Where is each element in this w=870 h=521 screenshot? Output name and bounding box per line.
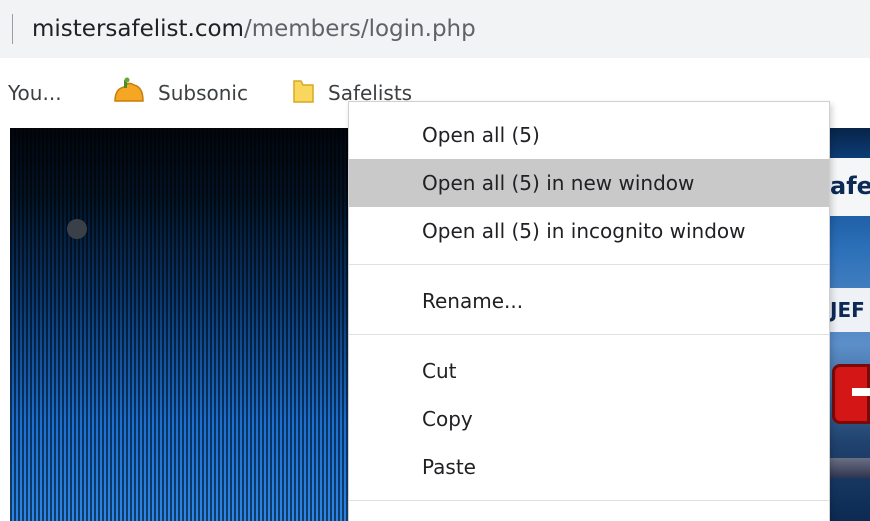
bookmark-you[interactable]: You... bbox=[8, 78, 62, 108]
menu-item-open-all-new-window[interactable]: Open all (5) in new window bbox=[349, 159, 829, 207]
menu-item-copy[interactable]: Copy bbox=[349, 395, 829, 443]
menu-item-open-all-incognito[interactable]: Open all (5) in incognito window bbox=[349, 207, 829, 255]
url-text[interactable]: mistersafelist.com/members/login.php bbox=[32, 13, 476, 45]
decorative-band bbox=[828, 458, 870, 478]
menu-item-cut[interactable]: Cut bbox=[349, 347, 829, 395]
subsonic-icon bbox=[112, 77, 146, 110]
site-logo-fragment: afel bbox=[828, 158, 870, 216]
bookmark-label: You... bbox=[8, 81, 62, 105]
minus-icon bbox=[852, 388, 870, 396]
site-logo-text: afel bbox=[830, 172, 870, 200]
menu-separator bbox=[349, 334, 829, 335]
menu-separator bbox=[349, 500, 829, 501]
bookmark-label: Subsonic bbox=[158, 81, 248, 105]
url-domain: mistersafelist.com bbox=[32, 16, 244, 42]
folder-icon bbox=[292, 77, 316, 110]
browser-window: mistersafelist.com/members/login.php You… bbox=[0, 0, 870, 521]
site-menu-fragment: JEF bbox=[828, 288, 870, 332]
text-cursor bbox=[12, 14, 13, 44]
striped-background-image bbox=[10, 128, 348, 521]
site-header-fragment: afel JEF bbox=[828, 128, 870, 521]
decorative-dot bbox=[67, 219, 87, 239]
menu-item-rename[interactable]: Rename... bbox=[349, 277, 829, 325]
menu-separator bbox=[349, 264, 829, 265]
address-bar[interactable]: mistersafelist.com/members/login.php bbox=[0, 0, 870, 58]
red-button-fragment[interactable] bbox=[832, 364, 870, 424]
menu-item-paste[interactable]: Paste bbox=[349, 443, 829, 491]
url-path: /members/login.php bbox=[243, 16, 476, 42]
site-menu-text: JEF bbox=[830, 298, 865, 322]
bookmark-folder-context-menu: Open all (5) Open all (5) in new window … bbox=[348, 101, 830, 521]
bookmark-subsonic[interactable]: Subsonic bbox=[112, 77, 248, 110]
menu-item-open-all[interactable]: Open all (5) bbox=[349, 111, 829, 159]
